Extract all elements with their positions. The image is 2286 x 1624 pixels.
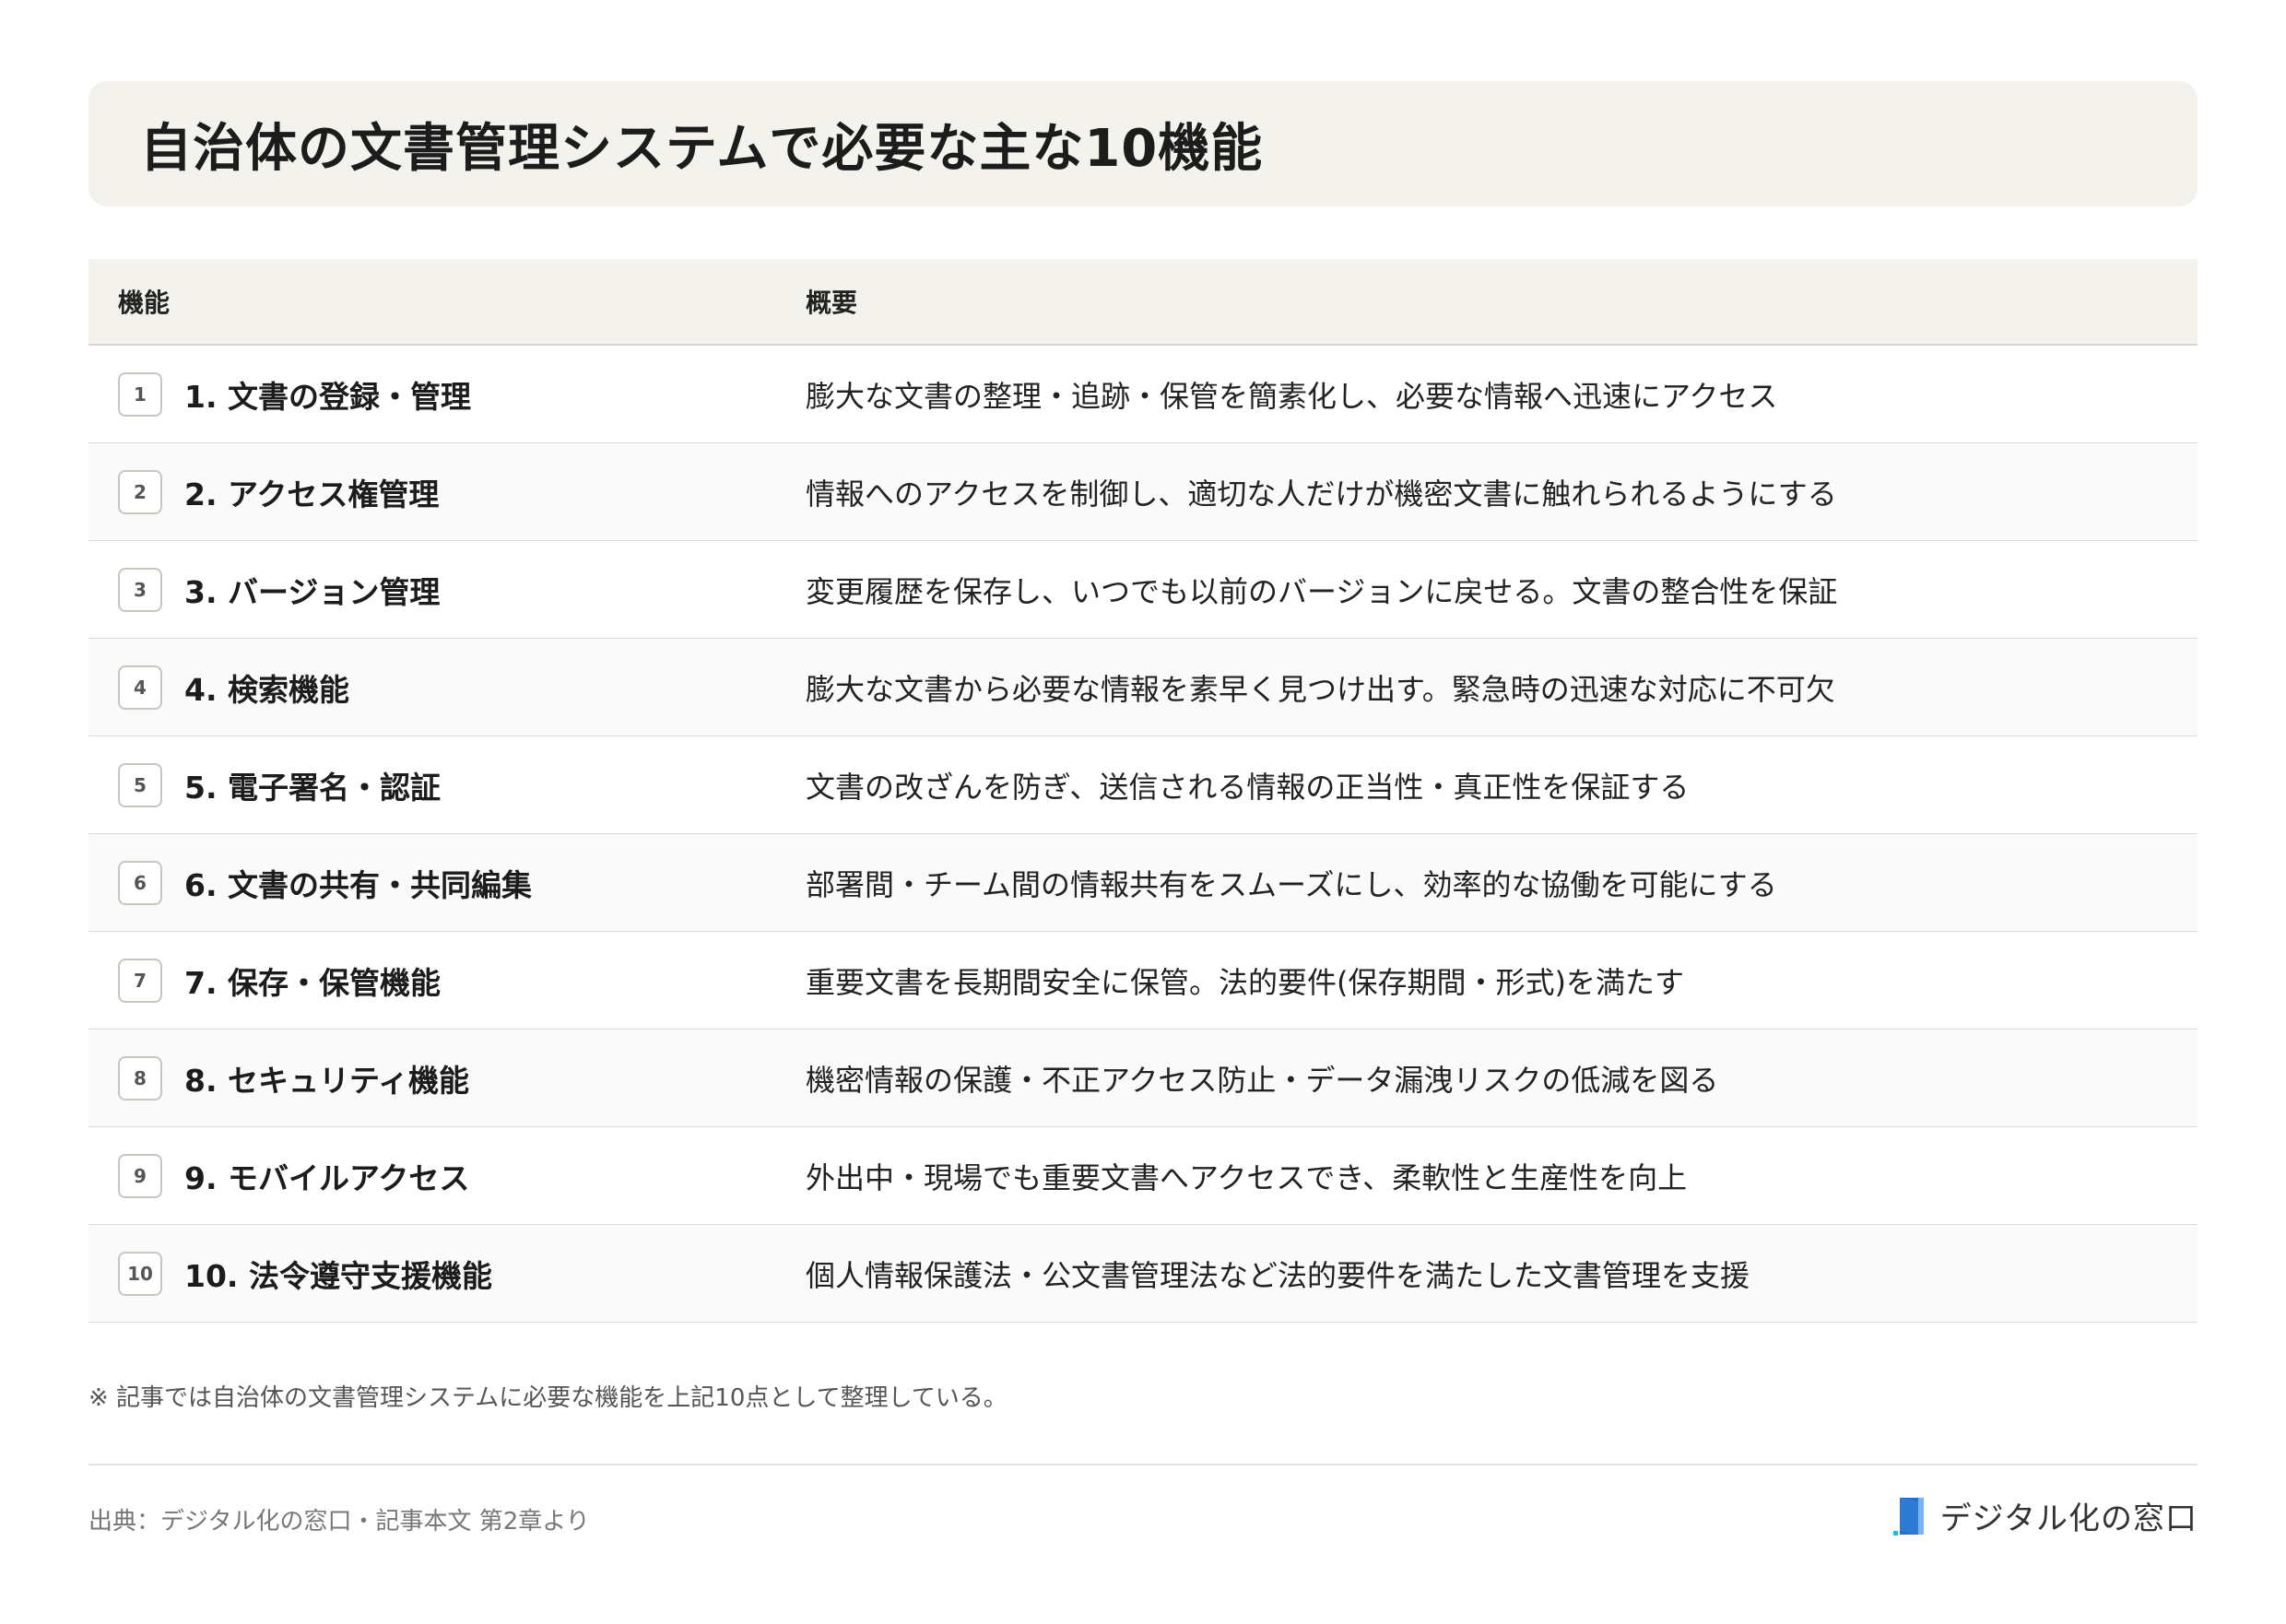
source-credit: 出典：デジタル化の窓口・記事本文 第2章より: [88, 1508, 590, 1536]
number-badge: 8: [118, 1055, 162, 1100]
function-name: 4. 検索機能: [184, 671, 349, 708]
function-name: 9. モバイルアクセス: [184, 1159, 470, 1196]
table-row: 6 6. 文書の共有・共同編集 部署間・チーム間の情報共有をスムーズにし、効率的…: [88, 834, 2198, 932]
brand-logo: デジタル化の窓口: [1891, 1493, 2198, 1538]
function-summary: 重要文書を長期間安全に保管。法的要件(保存期間・形式)を満たす: [806, 964, 1684, 1000]
table-row: 9 9. モバイルアクセス 外出中・現場でも重要文書へアクセスでき、柔軟性と生産…: [88, 1127, 2198, 1225]
number-badge: 10: [118, 1251, 162, 1296]
function-name: 6. 文書の共有・共同編集: [184, 866, 532, 903]
header-function: 機能: [118, 288, 171, 318]
function-summary: 機密情報の保護・不正アクセス防止・データ漏洩リスクの低減を図る: [806, 1062, 1719, 1098]
table-row: 8 8. セキュリティ機能 機密情報の保護・不正アクセス防止・データ漏洩リスクの…: [88, 1030, 2198, 1127]
function-name: 7. 保存・保管機能: [184, 964, 441, 1001]
function-name: 2. アクセス権管理: [184, 476, 440, 512]
function-name: 5. 電子署名・認証: [184, 769, 441, 806]
table-row: 4 4. 検索機能 膨大な文書から必要な情報を素早く見つけ出す。緊急時の迅速な対…: [88, 639, 2198, 736]
number-badge: 2: [118, 469, 162, 514]
table-header: 機能 概要: [88, 259, 2198, 346]
function-name: 3. バージョン管理: [184, 573, 441, 610]
functions-table: 機能 概要 1 1. 文書の登録・管理 膨大な文書の整理・追跡・保管を簡素化し、…: [88, 259, 2198, 1323]
number-badge: 4: [118, 665, 162, 710]
function-summary: 外出中・現場でも重要文書へアクセスでき、柔軟性と生産性を向上: [806, 1159, 1688, 1195]
number-badge: 7: [118, 958, 162, 1003]
table-row: 10 10. 法令遵守支援機能 個人情報保護法・公文書管理法など法的要件を満たし…: [88, 1225, 2198, 1323]
number-badge: 5: [118, 762, 162, 807]
function-summary: 膨大な文書から必要な情報を素早く見つけ出す。緊急時の迅速な対応に不可欠: [806, 671, 1835, 707]
function-name: 1. 文書の登録・管理: [184, 378, 471, 415]
footer-divider: [88, 1464, 2198, 1465]
footnote: ※ 記事では自治体の文書管理システムに必要な機能を上記10点として整理している。: [88, 1384, 1007, 1412]
function-summary: 文書の改ざんを防ぎ、送信される情報の正当性・真正性を保証する: [806, 769, 1690, 805]
table-row: 7 7. 保存・保管機能 重要文書を長期間安全に保管。法的要件(保存期間・形式)…: [88, 932, 2198, 1030]
function-name: 10. 法令遵守支援機能: [184, 1257, 492, 1294]
function-summary: 部署間・チーム間の情報共有をスムーズにし、効率的な協働を可能にする: [806, 866, 1777, 902]
function-summary: 情報へのアクセスを制御し、適切な人だけが機密文書に触れられるようにする: [806, 476, 1837, 512]
title-banner: 自治体の文書管理システムで必要な主な10機能: [88, 81, 2198, 206]
table-row: 1 1. 文書の登録・管理 膨大な文書の整理・追跡・保管を簡素化し、必要な情報へ…: [88, 346, 2198, 443]
table-row: 2 2. アクセス権管理 情報へのアクセスを制御し、適切な人だけが機密文書に触れ…: [88, 443, 2198, 541]
number-badge: 1: [118, 371, 162, 417]
table-row: 5 5. 電子署名・認証 文書の改ざんを防ぎ、送信される情報の正当性・真正性を保…: [88, 736, 2198, 834]
function-name: 8. セキュリティ機能: [184, 1062, 470, 1099]
table-row: 3 3. バージョン管理 変更履歴を保存し、いつでも以前のバージョンに戻せる。文…: [88, 541, 2198, 639]
function-summary: 膨大な文書の整理・追跡・保管を簡素化し、必要な情報へ迅速にアクセス: [806, 378, 1778, 414]
header-summary: 概要: [806, 288, 858, 318]
number-badge: 6: [118, 860, 162, 905]
function-summary: 変更履歴を保存し、いつでも以前のバージョンに戻せる。文書の整合性を保証: [806, 573, 1838, 609]
number-badge: 3: [118, 567, 162, 612]
function-summary: 個人情報保護法・公文書管理法など法的要件を満たした文書管理を支援: [806, 1257, 1750, 1293]
page-title: 自治体の文書管理システムで必要な主な10機能: [140, 118, 1264, 179]
number-badge: 9: [118, 1153, 162, 1198]
brand-name: デジタル化の窓口: [1939, 1500, 2198, 1537]
door-logo-icon: [1891, 1494, 1927, 1538]
